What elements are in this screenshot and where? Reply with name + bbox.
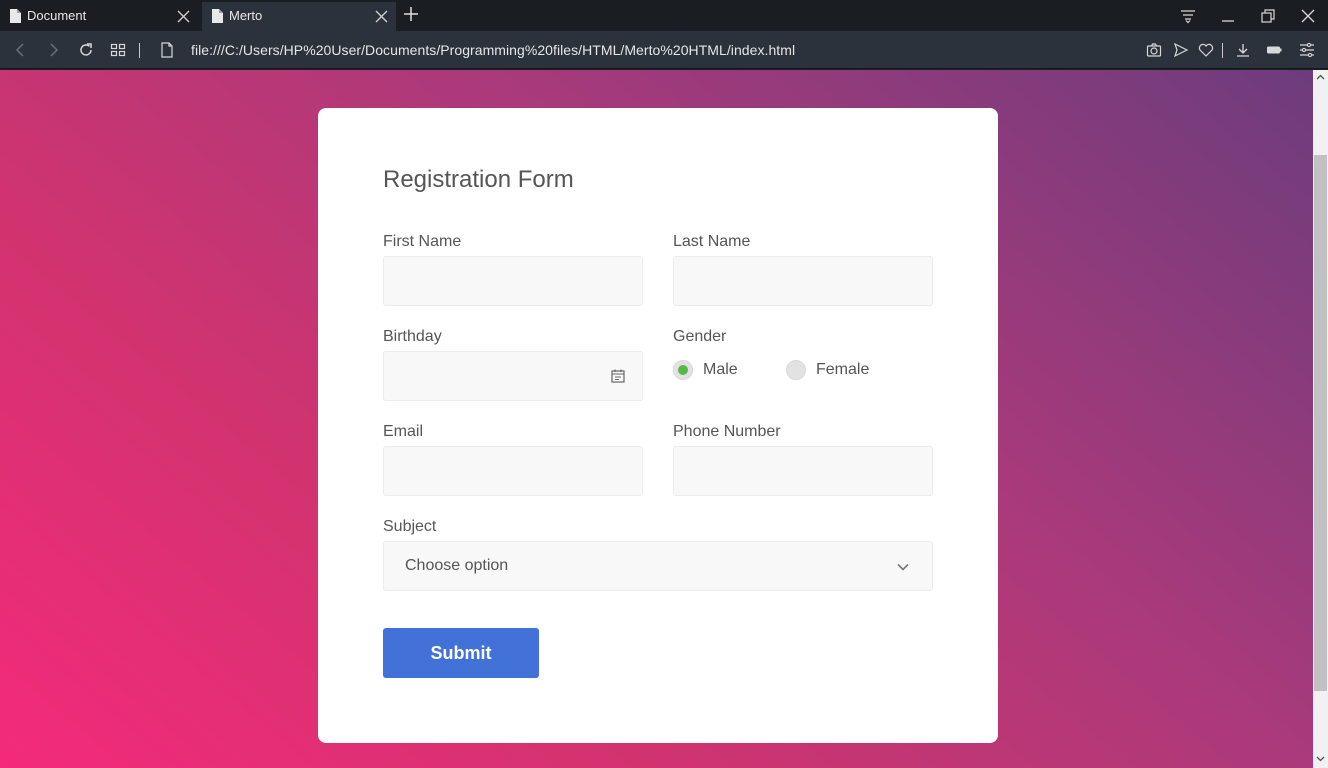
scroll-down-icon[interactable]: [1316, 754, 1325, 763]
phone-label: Phone Number: [673, 423, 781, 440]
email-label: Email: [383, 423, 424, 440]
male-radio[interactable]: [673, 360, 693, 380]
first-name-label: First Name: [383, 233, 462, 250]
subject-select-value: Choose option: [405, 557, 509, 574]
last-name-input[interactable]: [673, 256, 933, 306]
toolbar-divider: [139, 43, 140, 58]
gender-option-male[interactable]: Male: [673, 360, 738, 380]
tab-title: Document: [27, 8, 87, 23]
close-tab-icon[interactable]: [177, 10, 190, 23]
send-icon[interactable]: [1173, 42, 1189, 58]
male-radio-label: Male: [703, 361, 738, 378]
subject-label: Subject: [383, 518, 437, 535]
tab-merto[interactable]: Merto: [202, 2, 396, 31]
page-info-icon[interactable]: [159, 42, 175, 58]
submit-button[interactable]: Submit: [383, 628, 539, 678]
easy-setup-icon[interactable]: [1299, 42, 1315, 58]
birthday-label: Birthday: [383, 328, 442, 345]
address-bar: file:///C:/Users/HP%20User/Documents/Pro…: [0, 31, 1328, 69]
calendar-icon[interactable]: [611, 369, 625, 383]
first-name-input[interactable]: [383, 256, 643, 306]
tab-document[interactable]: Document: [0, 2, 200, 31]
form-title: Registration Form: [383, 166, 574, 193]
tab-menu-icon[interactable]: [1180, 8, 1196, 24]
gender-label: Gender: [673, 328, 727, 345]
birthday-input[interactable]: [383, 351, 643, 401]
browser-tab-bar: Document Merto: [0, 0, 1328, 31]
page-viewport: Registration Form First Name Last Name B…: [0, 70, 1313, 768]
toolbar-divider: [1222, 43, 1223, 58]
battery-icon[interactable]: [1266, 42, 1282, 58]
forward-icon[interactable]: [45, 42, 61, 58]
page-icon: [10, 9, 21, 23]
restore-icon[interactable]: [1260, 8, 1276, 24]
scroll-up-icon[interactable]: [1316, 73, 1325, 82]
email-input[interactable]: [383, 446, 643, 496]
page-icon: [212, 9, 223, 23]
phone-input[interactable]: [673, 446, 933, 496]
female-radio[interactable]: [786, 360, 806, 380]
close-tab-icon[interactable]: [375, 10, 388, 23]
new-tab-icon[interactable]: [404, 7, 418, 21]
back-icon[interactable]: [13, 42, 29, 58]
download-icon[interactable]: [1235, 42, 1251, 58]
heart-icon[interactable]: [1198, 42, 1214, 58]
close-window-icon[interactable]: [1300, 8, 1316, 24]
female-radio-label: Female: [816, 361, 870, 378]
tab-title: Merto: [229, 8, 263, 23]
registration-form-card: Registration Form First Name Last Name B…: [318, 108, 998, 743]
reload-icon[interactable]: [78, 42, 94, 58]
chevron-down-icon: [897, 563, 909, 571]
subject-select[interactable]: Choose option: [383, 541, 933, 591]
url-field[interactable]: file:///C:/Users/HP%20User/Documents/Pro…: [191, 42, 795, 58]
scrollbar-thumb[interactable]: [1314, 155, 1327, 691]
last-name-label: Last Name: [673, 233, 751, 250]
speed-dial-icon[interactable]: [110, 42, 126, 58]
gender-option-female[interactable]: Female: [786, 360, 869, 380]
minimize-icon[interactable]: [1220, 8, 1236, 24]
snapshot-icon[interactable]: [1146, 42, 1162, 58]
